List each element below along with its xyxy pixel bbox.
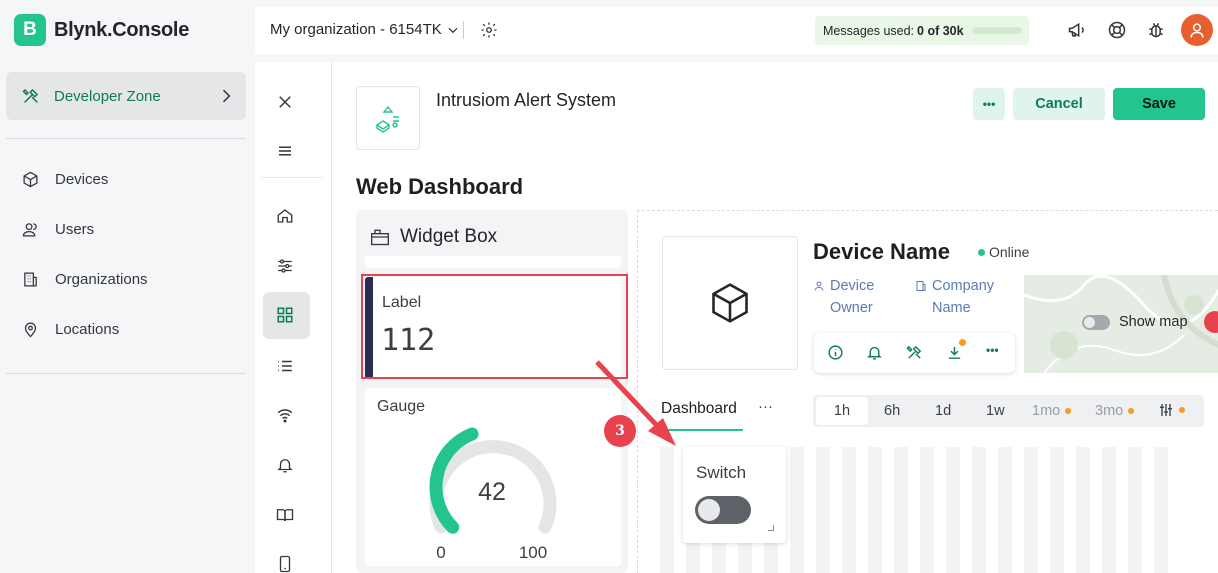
annotation-arrow [595,360,676,446]
step-badge: 3 [604,415,636,447]
